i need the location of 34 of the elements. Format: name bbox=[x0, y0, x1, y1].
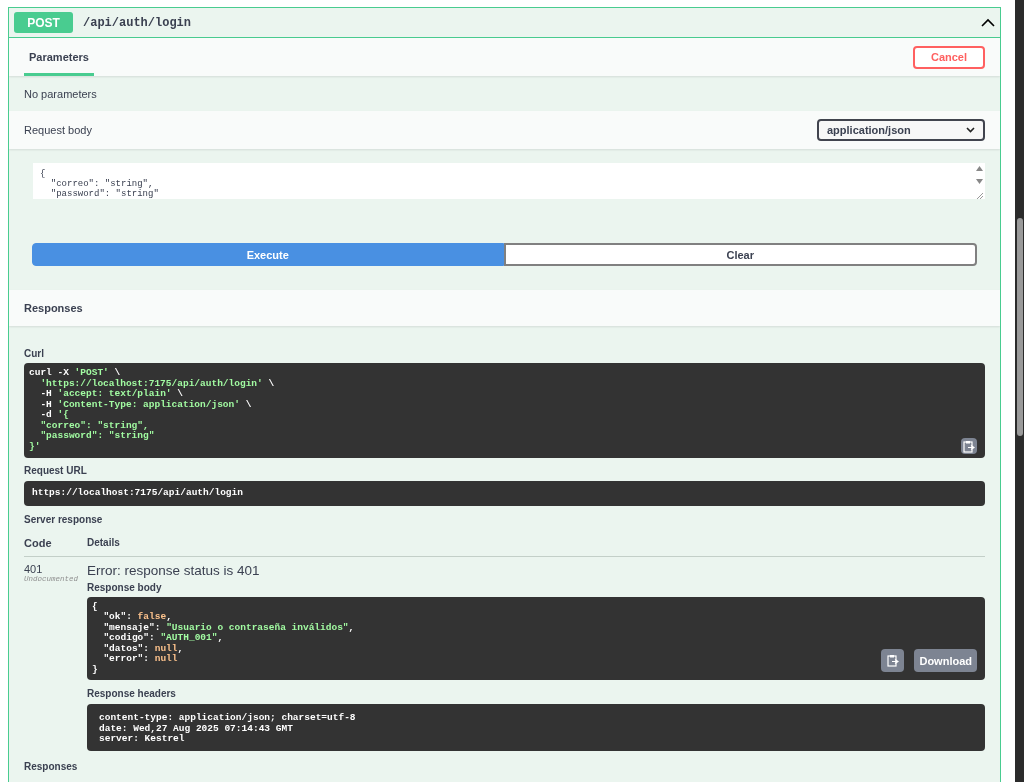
parameters-tab[interactable]: Parameters bbox=[24, 38, 94, 76]
code-column-header: Code bbox=[24, 536, 53, 549]
responses-label: Responses bbox=[24, 759, 79, 772]
status-code: 401 bbox=[24, 562, 44, 575]
details-column-header: Details bbox=[87, 536, 121, 549]
caret-icon bbox=[966, 127, 975, 133]
scrollbar-thumb[interactable] bbox=[1017, 218, 1023, 436]
response-headers-block: content-type: application/json; charset=utf-8 date: Wed,27 Aug 2025 07:14:43 GMT server: Kestrel bbox=[87, 704, 985, 751]
chevron-icon[interactable] bbox=[981, 18, 995, 27]
copy-button[interactable] bbox=[961, 438, 977, 454]
response-body-label: Response body bbox=[87, 580, 163, 595]
method-badge: POST bbox=[14, 12, 73, 33]
request-url-value: https://localhost:7175/api/auth/login bbox=[24, 481, 985, 506]
no-parameters-text: No parameters bbox=[24, 87, 97, 100]
endpoint-path: /api/auth/login bbox=[83, 15, 193, 30]
response-body-block: { "ok": false, "mensaje": "Usuario o contraseña inválidos", "codigo": "AUTH_001", "datos": null, "error": null } Download bbox=[87, 596, 985, 680]
curl-label: Curl bbox=[24, 347, 45, 361]
request-body-label: Request body bbox=[24, 124, 92, 136]
resize-grip-icon[interactable] bbox=[975, 192, 983, 199]
copy-icon bbox=[963, 439, 975, 453]
error-message: Error: response status is 401 bbox=[87, 562, 261, 578]
clear-button[interactable]: Clear bbox=[503, 243, 977, 266]
copy-button[interactable] bbox=[881, 649, 905, 672]
copy-icon bbox=[886, 654, 899, 667]
request-body-editor[interactable]: { "correo": "string", "password": "string" bbox=[33, 163, 985, 199]
curl-code-block: curl -X 'POST' \ 'https://localhost:7175/api/auth/login' \ -H 'accept: text/plain' \ -H 'Content-Type: application/json' \ -d '{ "correo": "string", "password": "string" }' bbox=[24, 363, 985, 458]
server-response-label: Server response bbox=[24, 512, 104, 525]
response-headers-label: Response headers bbox=[87, 687, 177, 701]
scroll-down-icon[interactable] bbox=[975, 179, 983, 184]
content-type-select[interactable]: application/json bbox=[817, 119, 985, 141]
responses-heading: Responses bbox=[24, 302, 83, 314]
download-button[interactable]: Download bbox=[914, 649, 977, 672]
scroll-up-icon[interactable] bbox=[975, 166, 983, 171]
request-url-label: Request URL bbox=[24, 464, 88, 478]
